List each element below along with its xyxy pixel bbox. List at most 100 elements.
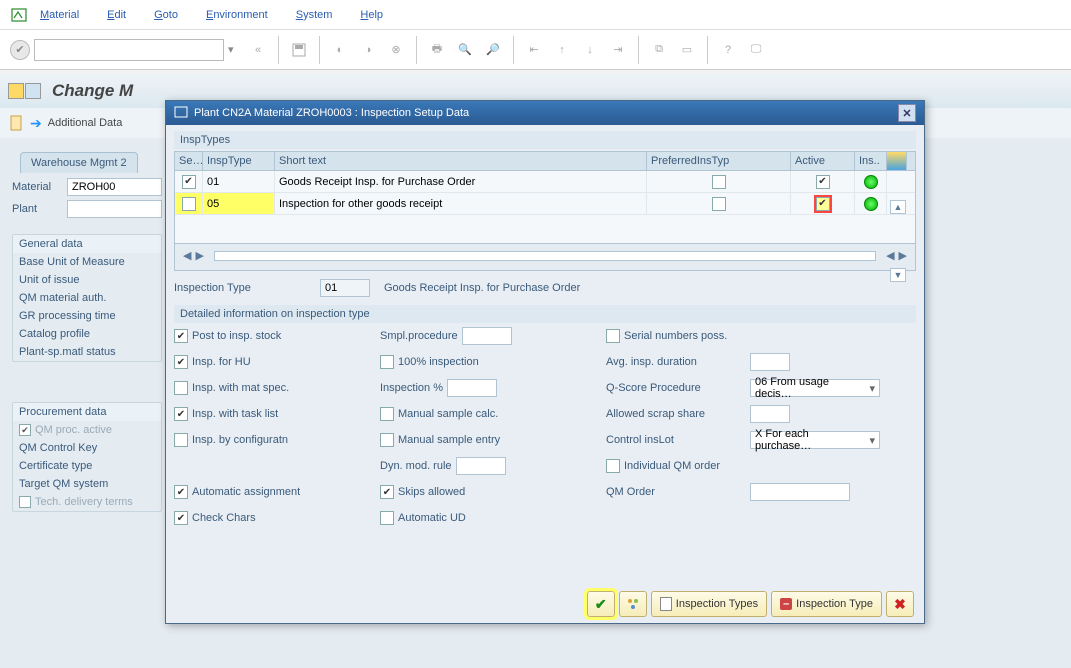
- automatic-ud-checkbox[interactable]: [380, 511, 394, 525]
- base-unit-of-measure[interactable]: Base Unit of Measure: [13, 253, 161, 271]
- unit-of-issue[interactable]: Unit of issue: [13, 271, 161, 289]
- scroll-right-icon[interactable]: ▶: [195, 249, 203, 262]
- new-session-icon[interactable]: ⧉: [647, 38, 671, 62]
- menu-material[interactable]: Material: [40, 9, 79, 21]
- command-dropdown-icon[interactable]: ▾: [228, 43, 242, 56]
- plant-field[interactable]: [67, 200, 162, 218]
- qm-order-field[interactable]: [750, 483, 850, 501]
- automatic-assignment-checkbox[interactable]: [174, 485, 188, 499]
- col-select[interactable]: Se…: [175, 152, 203, 170]
- scroll-up-icon[interactable]: ▲: [890, 200, 906, 214]
- group-title: General data: [13, 235, 161, 253]
- additional-data-link[interactable]: Additional Data: [48, 117, 123, 129]
- allowed-scrap-share-field[interactable]: [750, 405, 790, 423]
- serial-numbers-checkbox[interactable]: [606, 329, 620, 343]
- first-page-icon[interactable]: ⇤: [522, 38, 546, 62]
- scroll-down-icon[interactable]: ▼: [890, 268, 906, 282]
- scroll-left-icon[interactable]: ◀: [183, 249, 191, 262]
- insp-for-hu-checkbox[interactable]: [174, 355, 188, 369]
- col-active[interactable]: Active: [791, 152, 855, 170]
- active-checkbox[interactable]: [816, 175, 830, 189]
- exit-icon[interactable]: ◑: [356, 38, 380, 62]
- insptype-cell[interactable]: 01: [203, 171, 275, 192]
- inspection-pct-field[interactable]: [447, 379, 497, 397]
- qm-control-key[interactable]: QM Control Key: [13, 439, 161, 457]
- preferred-checkbox[interactable]: [712, 197, 726, 211]
- preferred-checkbox[interactable]: [712, 175, 726, 189]
- cancel-icon[interactable]: ⊗: [384, 38, 408, 62]
- table-row[interactable]: 05 Inspection for other goods receipt: [175, 193, 915, 215]
- close-button[interactable]: ✕: [898, 104, 916, 122]
- enter-button[interactable]: ✔: [10, 40, 30, 60]
- save-icon[interactable]: [287, 38, 311, 62]
- skips-allowed-checkbox[interactable]: [380, 485, 394, 499]
- smpl-procedure-field[interactable]: [462, 327, 512, 345]
- last-page-icon[interactable]: ⇥: [606, 38, 630, 62]
- find-next-icon[interactable]: 🔎: [481, 38, 505, 62]
- group-title: Procurement data: [13, 403, 161, 421]
- menu-system[interactable]: System: [296, 9, 333, 21]
- inspection-types-button[interactable]: Inspection Types: [651, 591, 767, 617]
- row-select-checkbox[interactable]: [182, 175, 196, 189]
- status-indicator-icon: [864, 197, 878, 211]
- configure-columns-icon[interactable]: [887, 152, 907, 170]
- nav-back-icon[interactable]: «: [246, 38, 270, 62]
- col-ins[interactable]: Ins..: [855, 152, 887, 170]
- document-icon[interactable]: [8, 115, 24, 131]
- material-field[interactable]: ZROH00: [67, 178, 162, 196]
- avg-insp-duration-field[interactable]: [750, 353, 790, 371]
- col-preferred[interactable]: PreferredInsTyp: [647, 152, 791, 170]
- check-chars-checkbox[interactable]: [174, 511, 188, 525]
- help-icon[interactable]: ?: [716, 38, 740, 62]
- individual-qm-order-checkbox[interactable]: [606, 459, 620, 473]
- back-icon[interactable]: ◐: [328, 38, 352, 62]
- catalog-profile[interactable]: Catalog profile: [13, 325, 161, 343]
- qm-material-auth[interactable]: QM material auth.: [13, 289, 161, 307]
- target-qm-system[interactable]: Target QM system: [13, 475, 161, 493]
- next-page-icon[interactable]: ↓: [578, 38, 602, 62]
- accept-button[interactable]: ✔: [587, 591, 615, 617]
- manual-sample-entry-checkbox[interactable]: [380, 433, 394, 447]
- short-text-cell: Goods Receipt Insp. for Purchase Order: [275, 171, 647, 192]
- manual-sample-calc-checkbox[interactable]: [380, 407, 394, 421]
- insp-by-config-checkbox[interactable]: [174, 433, 188, 447]
- table-row[interactable]: 01 Goods Receipt Insp. for Purchase Orde…: [175, 171, 915, 193]
- print-icon[interactable]: 🖶: [425, 38, 449, 62]
- command-icon[interactable]: [10, 6, 28, 24]
- control-inslot-dropdown[interactable]: X For each purchase…: [750, 431, 880, 449]
- cancel-button[interactable]: ✖: [886, 591, 914, 617]
- insptype-cell[interactable]: 05: [203, 193, 275, 214]
- menu-help[interactable]: Help: [360, 9, 383, 21]
- dialog-command-icon[interactable]: [174, 106, 188, 121]
- main-toolbar: ✔ ▾ « ◐ ◑ ⊗ 🖶 🔍 🔎 ⇤ ↑ ↓ ⇥ ⧉ ▭ ? 🖵: [0, 30, 1071, 70]
- insp-mat-spec-checkbox[interactable]: [174, 381, 188, 395]
- inspection-pct-label: Inspection %: [380, 382, 443, 394]
- find-icon[interactable]: 🔍: [453, 38, 477, 62]
- col-short-text[interactable]: Short text: [275, 152, 647, 170]
- gr-processing-time[interactable]: GR processing time: [13, 307, 161, 325]
- insp-mat-spec-label: Insp. with mat spec.: [192, 382, 289, 394]
- menu-environment[interactable]: Environment: [206, 9, 268, 21]
- row-select-checkbox[interactable]: [182, 197, 196, 211]
- q-score-procedure-dropdown[interactable]: 06 From usage decis…: [750, 379, 880, 397]
- menu-edit[interactable]: Edit: [107, 9, 126, 21]
- hundred-pct-checkbox[interactable]: [380, 355, 394, 369]
- delete-inspection-type-button[interactable]: –Inspection Type: [771, 591, 882, 617]
- prev-page-icon[interactable]: ↑: [550, 38, 574, 62]
- plant-sp-matl-status[interactable]: Plant-sp.matl status: [13, 343, 161, 361]
- inspection-type-field[interactable]: [320, 279, 370, 297]
- certificate-type[interactable]: Certificate type: [13, 457, 161, 475]
- post-to-insp-stock-checkbox[interactable]: [174, 329, 188, 343]
- col-insptype[interactable]: InspType: [203, 152, 275, 170]
- command-field[interactable]: [34, 39, 224, 61]
- shortcut-icon[interactable]: ▭: [675, 38, 699, 62]
- org-levels-button[interactable]: [619, 591, 647, 617]
- tab-warehouse-mgmt-2[interactable]: Warehouse Mgmt 2: [20, 152, 138, 173]
- scroll-track[interactable]: [214, 251, 876, 261]
- layout-icon[interactable]: 🖵: [744, 38, 768, 62]
- menu-goto[interactable]: Goto: [154, 9, 178, 21]
- table-horizontal-scroll: ◀▶ ◀▶: [175, 243, 915, 270]
- dyn-mod-rule-field[interactable]: [456, 457, 506, 475]
- active-checkbox[interactable]: [816, 197, 830, 211]
- insp-task-list-checkbox[interactable]: [174, 407, 188, 421]
